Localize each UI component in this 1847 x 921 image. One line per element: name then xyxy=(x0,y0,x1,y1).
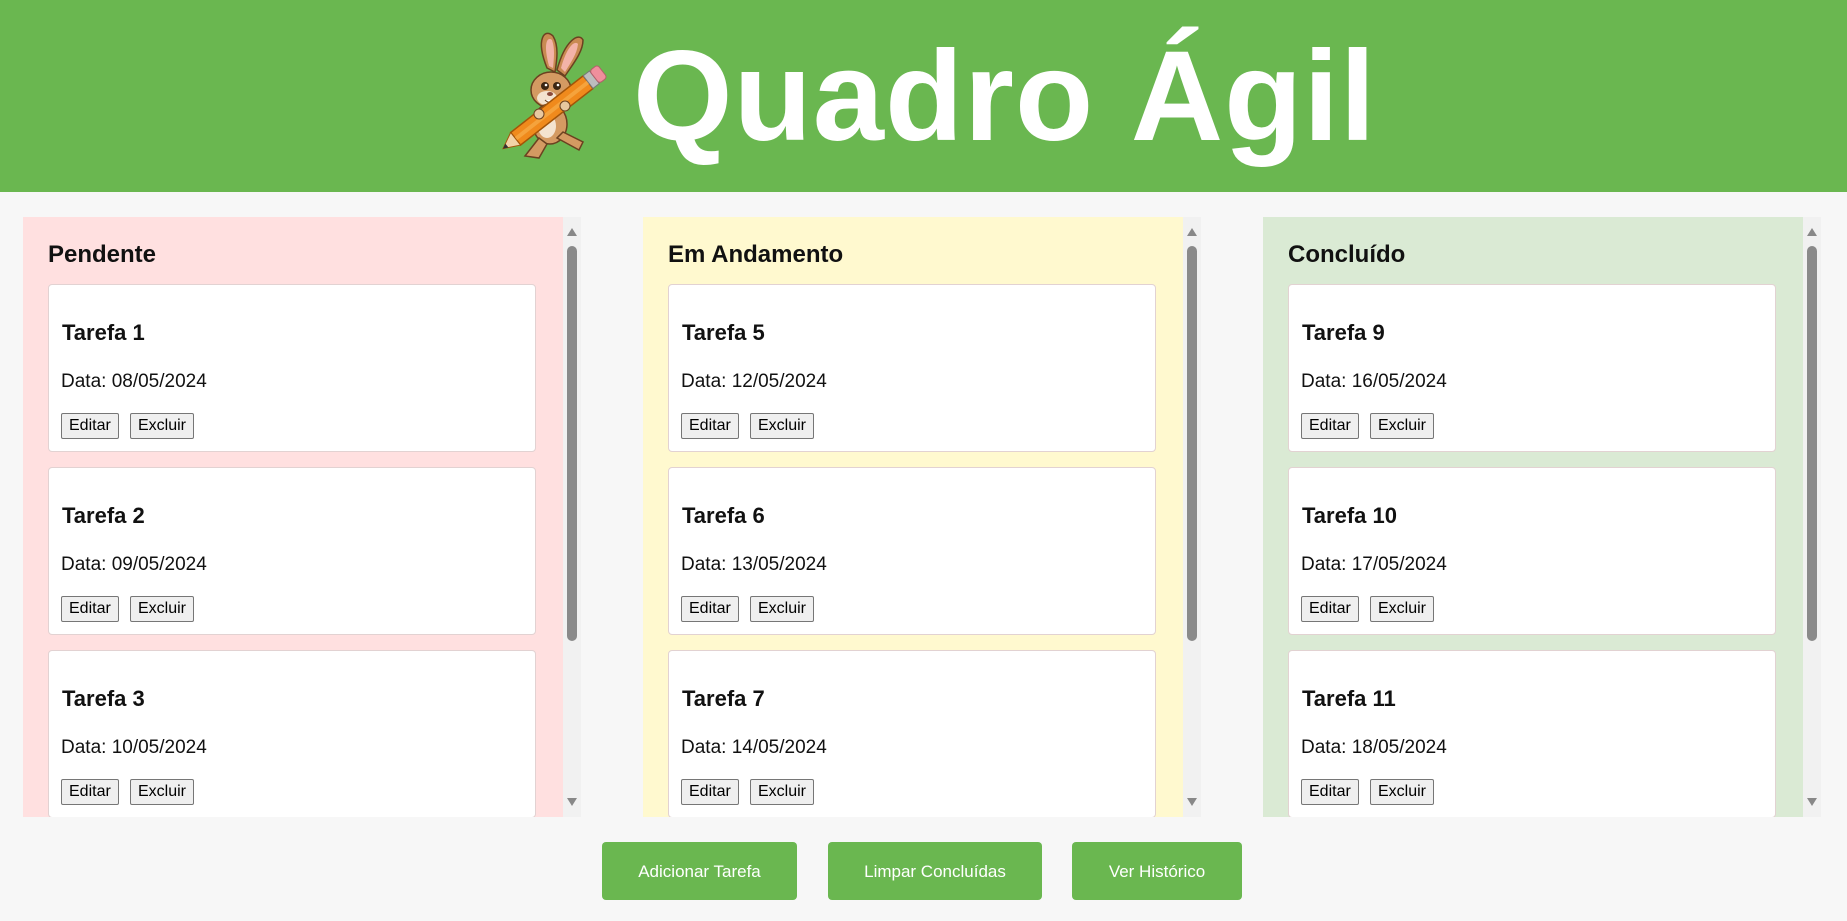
delete-button[interactable]: Excluir xyxy=(750,596,815,622)
edit-button[interactable]: Editar xyxy=(61,779,119,805)
edit-button[interactable]: Editar xyxy=(681,779,739,805)
column-title: Concluído xyxy=(1288,241,1406,268)
column-title: Pendente xyxy=(48,241,157,268)
column-scrollbar[interactable] xyxy=(563,217,581,817)
edit-button[interactable]: Editar xyxy=(1301,413,1359,439)
scroll-up-arrow-icon[interactable] xyxy=(1807,228,1817,236)
edit-button[interactable]: Editar xyxy=(1301,596,1359,622)
task-card: Tarefa 6 Data: 13/05/2024 Editar Excluir xyxy=(668,467,1156,635)
task-date: Data: 14/05/2024 xyxy=(681,737,827,758)
column-done: Concluído Tarefa 9 Data: 16/05/2024 Edit… xyxy=(1263,217,1821,817)
delete-button[interactable]: Excluir xyxy=(1370,596,1435,622)
scroll-down-arrow-icon[interactable] xyxy=(1187,798,1197,806)
column-pending: Pendente Tarefa 1 Data: 08/05/2024 Edita… xyxy=(23,217,581,817)
task-card: Tarefa 2 Data: 09/05/2024 Editar Excluir xyxy=(48,467,536,635)
add-task-button[interactable]: Adicionar Tarefa xyxy=(602,842,797,900)
task-date: Data: 13/05/2024 xyxy=(681,554,827,575)
delete-button[interactable]: Excluir xyxy=(750,413,815,439)
app-header: Quadro Ágil xyxy=(0,0,1847,192)
task-date: Data: 09/05/2024 xyxy=(61,554,207,575)
task-title: Tarefa 6 xyxy=(682,503,765,528)
task-title: Tarefa 5 xyxy=(682,320,765,345)
task-title: Tarefa 3 xyxy=(62,686,145,711)
column-scrollbar[interactable] xyxy=(1803,217,1821,817)
task-date: Data: 16/05/2024 xyxy=(1301,371,1447,392)
task-title: Tarefa 10 xyxy=(1302,503,1397,528)
edit-button[interactable]: Editar xyxy=(681,596,739,622)
task-card: Tarefa 5 Data: 12/05/2024 Editar Excluir xyxy=(668,284,1156,452)
delete-button[interactable]: Excluir xyxy=(1370,779,1435,805)
edit-button[interactable]: Editar xyxy=(61,413,119,439)
scroll-down-arrow-icon[interactable] xyxy=(567,798,577,806)
view-history-button[interactable]: Ver Histórico xyxy=(1072,842,1242,900)
clear-completed-button[interactable]: Limpar Concluídas xyxy=(828,842,1042,900)
task-card: Tarefa 11 Data: 18/05/2024 Editar Exclui… xyxy=(1288,650,1776,817)
task-date: Data: 17/05/2024 xyxy=(1301,554,1447,575)
task-card: Tarefa 10 Data: 17/05/2024 Editar Exclui… xyxy=(1288,467,1776,635)
task-date: Data: 12/05/2024 xyxy=(681,371,827,392)
edit-button[interactable]: Editar xyxy=(61,596,119,622)
app-title: Quadro Ágil xyxy=(633,25,1377,168)
edit-button[interactable]: Editar xyxy=(1301,779,1359,805)
task-title: Tarefa 9 xyxy=(1302,320,1385,345)
delete-button[interactable]: Excluir xyxy=(130,779,195,805)
task-title: Tarefa 11 xyxy=(1302,686,1396,711)
column-in-progress: Em Andamento Tarefa 5 Data: 12/05/2024 E… xyxy=(643,217,1201,817)
task-date: Data: 10/05/2024 xyxy=(61,737,207,758)
task-date: Data: 08/05/2024 xyxy=(61,371,207,392)
delete-button[interactable]: Excluir xyxy=(1370,413,1435,439)
delete-button[interactable]: Excluir xyxy=(750,779,815,805)
task-card: Tarefa 1 Data: 08/05/2024 Editar Excluir xyxy=(48,284,536,452)
scrollbar-thumb[interactable] xyxy=(1187,246,1197,641)
scroll-down-arrow-icon[interactable] xyxy=(1807,798,1817,806)
scrollbar-thumb[interactable] xyxy=(567,246,577,641)
rabbit-pencil-logo xyxy=(495,28,620,163)
scroll-up-arrow-icon[interactable] xyxy=(567,228,577,236)
edit-button[interactable]: Editar xyxy=(681,413,739,439)
scrollbar-thumb[interactable] xyxy=(1807,246,1817,641)
task-title: Tarefa 7 xyxy=(682,686,765,711)
column-title: Em Andamento xyxy=(668,241,844,268)
task-title: Tarefa 1 xyxy=(62,320,145,345)
delete-button[interactable]: Excluir xyxy=(130,413,195,439)
task-card: Tarefa 9 Data: 16/05/2024 Editar Excluir xyxy=(1288,284,1776,452)
delete-button[interactable]: Excluir xyxy=(130,596,195,622)
task-date: Data: 18/05/2024 xyxy=(1301,737,1447,758)
scroll-up-arrow-icon[interactable] xyxy=(1187,228,1197,236)
task-title: Tarefa 2 xyxy=(62,503,145,528)
task-card: Tarefa 7 Data: 14/05/2024 Editar Excluir xyxy=(668,650,1156,817)
task-card: Tarefa 3 Data: 10/05/2024 Editar Excluir xyxy=(48,650,536,817)
column-scrollbar[interactable] xyxy=(1183,217,1201,817)
